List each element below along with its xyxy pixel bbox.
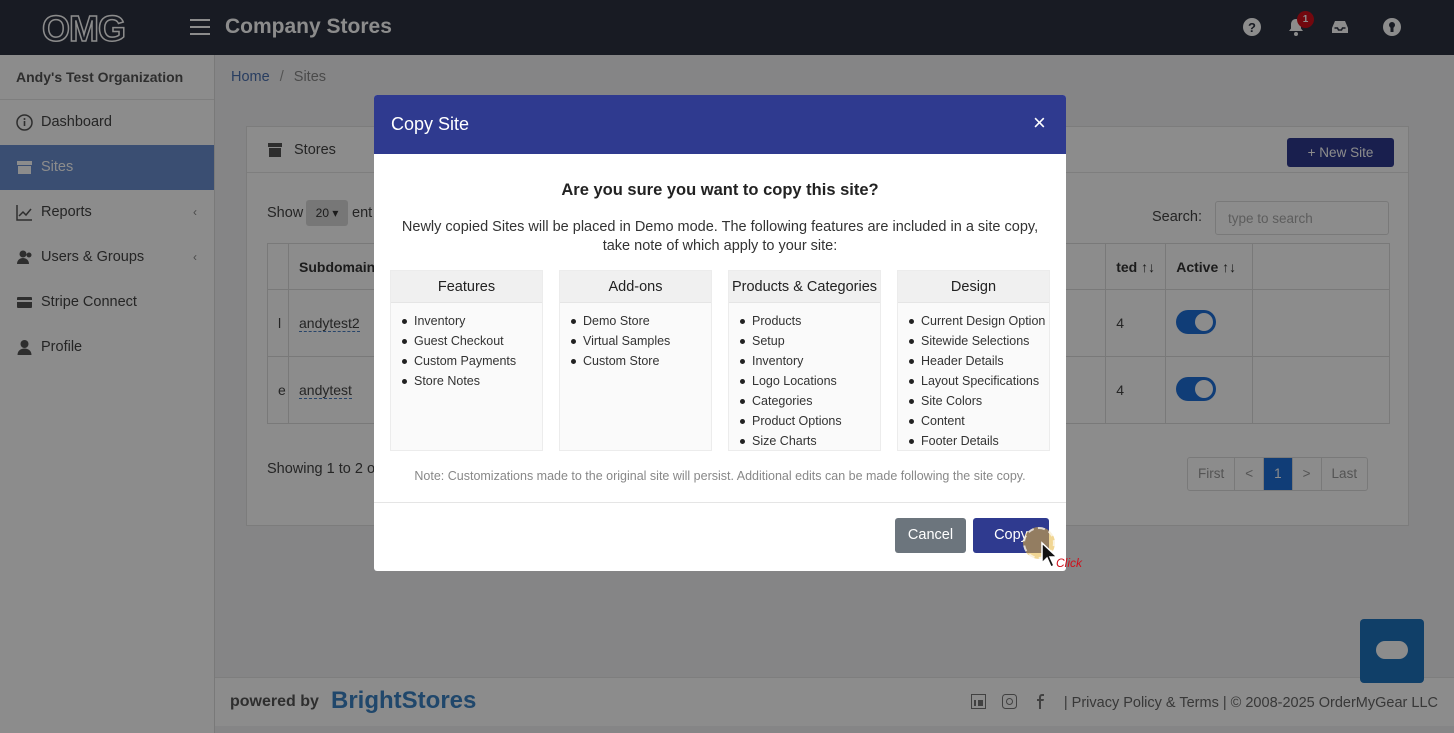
list-item: Content — [908, 411, 1049, 431]
list-item: Size Charts — [739, 431, 880, 451]
list-item: Inventory — [401, 311, 542, 331]
list-item: Virtual Samples — [570, 331, 711, 351]
click-label: Click — [1056, 556, 1082, 570]
products-categories-column: Products & Categories Products Setup Inv… — [728, 270, 881, 451]
modal-title: Copy Site — [391, 114, 470, 134]
list-item: Demo Store — [570, 311, 711, 331]
copy-site-modal: Copy Site × Are you sure you want to cop… — [374, 95, 1066, 571]
addons-column: Add-ons Demo Store Virtual Samples Custo… — [559, 270, 712, 451]
list-item: Custom Store — [570, 351, 711, 371]
design-column: Design Current Design Option Sitewide Se… — [897, 270, 1050, 451]
list-item: Site Colors — [908, 391, 1049, 411]
list-item: Custom Payments — [401, 351, 542, 371]
features-column: Features Inventory Guest Checkout Custom… — [390, 270, 543, 451]
modal-question: Are you sure you want to copy this site? — [561, 181, 879, 199]
close-icon[interactable]: × — [1033, 112, 1046, 134]
list-item: Logo Locations — [739, 371, 880, 391]
list-item: Sitewide Selections — [908, 331, 1049, 351]
list-item: Inventory — [739, 351, 880, 371]
list-item: Products — [739, 311, 880, 331]
column-heading: Products & Categories — [729, 271, 880, 303]
column-heading: Design — [898, 271, 1049, 303]
modal-note: Note: Customizations made to the origina… — [414, 469, 1026, 483]
list-item: Store Notes — [401, 371, 542, 391]
list-item: Footer Details — [908, 431, 1049, 451]
cancel-button[interactable]: Cancel — [895, 518, 966, 553]
list-item: Layout Specifications — [908, 371, 1049, 391]
modal-divider — [374, 502, 1066, 503]
list-item: Product Options — [739, 411, 880, 431]
list-item: Current Design Option — [908, 311, 1049, 331]
list-item: Categories — [739, 391, 880, 411]
column-heading: Add-ons — [560, 271, 711, 303]
list-item: Setup — [739, 331, 880, 351]
modal-description: Newly copied Sites will be placed in Dem… — [401, 219, 1039, 254]
modal-header: Copy Site × — [374, 95, 1066, 154]
column-heading: Features — [391, 271, 542, 303]
list-item: Header Details — [908, 351, 1049, 371]
list-item: Guest Checkout — [401, 331, 542, 351]
